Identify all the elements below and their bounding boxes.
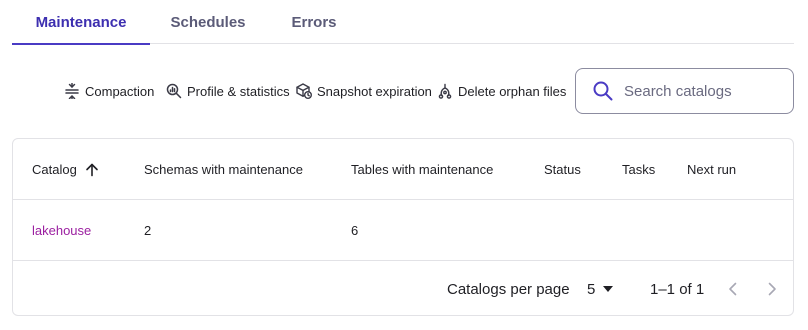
catalogs-table: Catalog Schemas with maintenance Tables … — [12, 138, 794, 316]
delete-orphan-files-icon — [437, 83, 453, 99]
table-row: lakehouse 2 6 — [13, 200, 793, 261]
table-header: Catalog Schemas with maintenance Tables … — [13, 139, 793, 200]
profile-statistics-label: Profile & statistics — [187, 83, 290, 99]
search-icon — [592, 80, 614, 102]
column-header-tables: Tables with maintenance — [351, 162, 494, 177]
page-range: 1–1 of 1 — [650, 280, 705, 298]
tab-schedules[interactable]: Schedules — [160, 0, 256, 44]
pagination: Catalogs per page 5 1–1 of 1 — [13, 261, 793, 317]
search-input[interactable] — [624, 82, 784, 100]
delete-orphan-files-label: Delete orphan files — [458, 83, 567, 99]
compaction-icon — [64, 83, 80, 99]
rows-per-page-label: Catalogs per page — [447, 280, 570, 298]
rows-per-page-value: 5 — [587, 280, 596, 298]
tab-errors[interactable]: Errors — [282, 0, 346, 44]
previous-page-button[interactable] — [723, 261, 743, 317]
next-page-button[interactable] — [762, 261, 782, 317]
snapshot-expiration-icon — [296, 83, 312, 99]
snapshot-expiration-button[interactable]: Snapshot expiration — [296, 81, 432, 101]
schemas-count: 2 — [144, 223, 152, 238]
column-header-tasks: Tasks — [622, 162, 656, 177]
catalog-link[interactable]: lakehouse — [32, 200, 91, 261]
profile-statistics-icon — [166, 83, 182, 99]
column-header-status: Status — [544, 162, 581, 177]
arrow-up-icon — [85, 163, 99, 177]
column-header-catalog-label: Catalog — [32, 162, 77, 177]
compaction-label: Compaction — [85, 83, 155, 99]
caret-down-icon — [603, 286, 614, 292]
tab-maintenance[interactable]: Maintenance — [12, 0, 150, 45]
compaction-button[interactable]: Compaction — [64, 81, 154, 101]
column-header-next-run: Next run — [687, 162, 737, 177]
search-catalogs-field[interactable] — [575, 68, 794, 114]
chevron-left-icon — [728, 282, 738, 296]
tables-count: 6 — [351, 223, 359, 238]
snapshot-expiration-label: Snapshot expiration — [317, 83, 432, 99]
delete-orphan-files-button[interactable]: Delete orphan files — [437, 81, 566, 101]
chevron-right-icon — [767, 282, 777, 296]
profile-statistics-button[interactable]: Profile & statistics — [166, 81, 290, 101]
rows-per-page-select[interactable]: 5 — [587, 261, 614, 317]
column-header-catalog[interactable]: Catalog — [32, 139, 99, 200]
tab-bar: Maintenance Schedules Errors — [12, 0, 794, 45]
column-header-schemas: Schemas with maintenance — [144, 162, 303, 177]
